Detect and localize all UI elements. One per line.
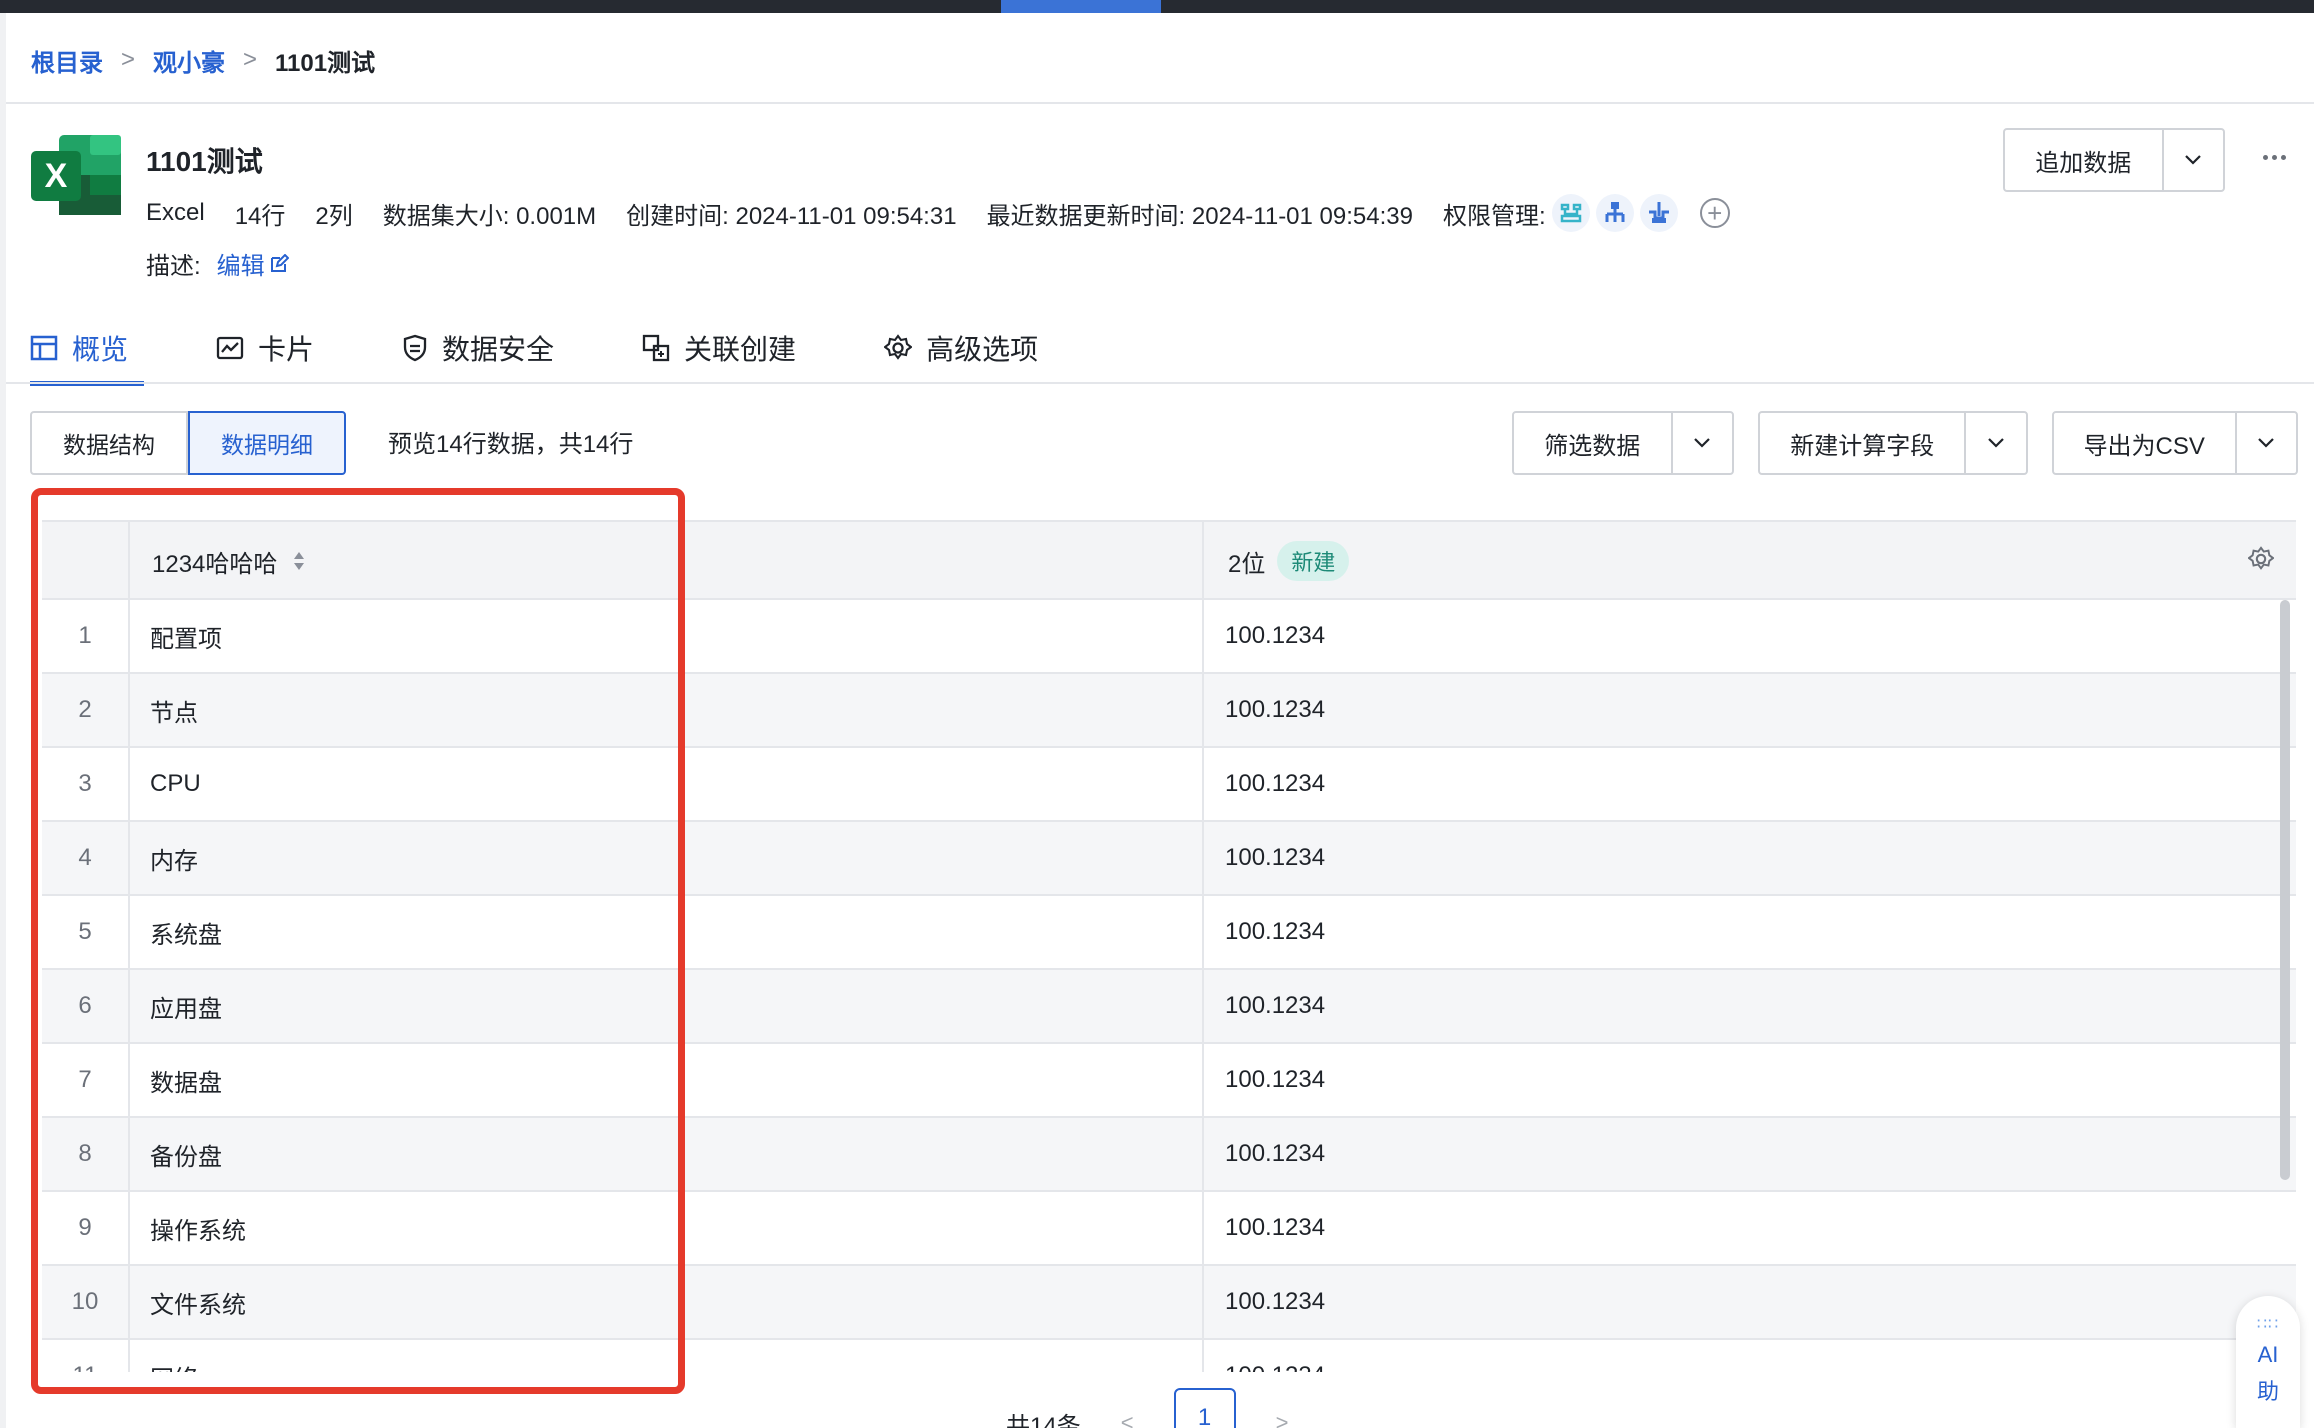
pagination: 共14条 < 1 > [1006, 1388, 1288, 1428]
tab-overview[interactable]: 概览 [30, 312, 145, 386]
filter-data-dropdown[interactable] [1673, 413, 1732, 473]
cell: 100.1234 [1225, 770, 1326, 797]
link-create-icon [642, 334, 670, 362]
permission-icons [1551, 194, 1678, 232]
column-header-label: 2位 [1228, 550, 1266, 578]
top-app-bar [0, 0, 2314, 13]
svg-text:X: X [45, 157, 68, 195]
data-detail-button[interactable]: 数据明细 [188, 411, 346, 475]
cell: 100.1234 [1225, 1066, 1326, 1093]
edit-description-label: 编辑 [216, 253, 265, 280]
dataset-description: 描述: 编辑 [146, 246, 289, 281]
column-settings-gear-icon[interactable] [2248, 546, 2274, 572]
cell: 100.1234 [1225, 1214, 1326, 1241]
breadcrumb-separator: > [121, 46, 136, 73]
cell: 100.1234 [1225, 992, 1326, 1019]
cell: 100.1234 [1225, 918, 1326, 945]
cell: 100.1234 [1225, 696, 1326, 723]
filter-data-button[interactable]: 筛选数据 [1514, 413, 1673, 473]
tab-label: 数据安全 [442, 334, 555, 365]
breadcrumb-folder-link[interactable]: 观小豪 [153, 43, 225, 78]
cell: 100.1234 [1225, 622, 1326, 649]
tab-linked-creation[interactable]: 关联创建 [642, 312, 796, 384]
export-csv-button[interactable]: 导出为CSV [2054, 413, 2237, 473]
cell: 100.1234 [1225, 1362, 1325, 1372]
cell: 100.1234 [1225, 844, 1326, 871]
edit-description-link[interactable]: 编辑 [217, 246, 289, 281]
tab-bar: 概览 卡片 数据安全 关联创建 高级选项 [30, 312, 1126, 386]
dataset-col-count: 2列 [315, 202, 353, 230]
preview-summary: 预览14行数据，共14行 [388, 431, 634, 458]
breadcrumb-separator: > [243, 46, 258, 73]
pagination-total: 共14条 [1006, 1413, 1081, 1428]
shield-icon [403, 334, 427, 362]
tab-label: 高级选项 [926, 334, 1039, 365]
new-field-tag: 新建 [1277, 541, 1350, 581]
tab-advanced-options[interactable]: 高级选项 [884, 312, 1038, 384]
drag-handle-icon: ∷∷ [2256, 1316, 2280, 1333]
chart-card-icon [216, 336, 244, 360]
gear-icon [884, 334, 913, 360]
cell: 100.1234 [1225, 1288, 1326, 1315]
prev-page-button[interactable]: < [1121, 1410, 1134, 1428]
tab-label: 概览 [72, 334, 129, 365]
tab-label: 关联创建 [684, 334, 797, 365]
dataset-title: 1101测试 [146, 146, 263, 177]
tab-label: 卡片 [258, 334, 315, 365]
add-permission-icon[interactable]: + [1699, 198, 1730, 228]
edit-icon [270, 253, 289, 272]
description-label: 描述: [146, 253, 201, 280]
ai-assistant-label-1: AI [2257, 1342, 2279, 1367]
dataset-row-count: 14行 [234, 202, 286, 230]
more-options-button[interactable] [2254, 142, 2294, 172]
table-scrollbar[interactable] [2280, 600, 2290, 1180]
filter-data-group: 筛选数据 [1512, 411, 1734, 475]
breadcrumb-root-link[interactable]: 根目录 [31, 43, 103, 78]
next-page-button[interactable]: > [1276, 1410, 1289, 1428]
new-calculated-field-button[interactable]: 新建计算字段 [1760, 413, 1967, 473]
ai-assistant-label-2: 助 [2256, 1379, 2279, 1404]
highlight-annotation-box [31, 488, 685, 1394]
excel-file-icon: X [31, 135, 121, 215]
export-csv-dropdown[interactable] [2237, 413, 2297, 473]
view-toggle: 数据结构 数据明细 [30, 411, 346, 475]
chevron-down-icon [1988, 438, 2004, 448]
tab-card[interactable]: 卡片 [216, 312, 314, 384]
permission-label: 权限管理: [1442, 202, 1546, 230]
dataset-updated-time: 最近数据更新时间: 2024-11-01 09:54:39 [986, 202, 1413, 230]
chevron-down-icon [2258, 438, 2275, 448]
active-window-indicator [1001, 0, 1161, 13]
dataset-meta: Excel 14行 2列 数据集大小: 0.001M 创建时间: 2024-11… [146, 194, 1730, 232]
page-1-button[interactable]: 1 [1173, 1388, 1236, 1428]
append-data-group: 追加数据 [2003, 128, 2225, 192]
cell: 100.1234 [1225, 1140, 1326, 1167]
data-structure-button[interactable]: 数据结构 [30, 411, 188, 475]
column-divider [1202, 522, 1204, 1372]
dataset-created-time: 创建时间: 2024-11-01 09:54:31 [626, 202, 957, 230]
permission-group-icon[interactable] [1595, 194, 1634, 232]
divider [6, 382, 2314, 384]
new-field-dropdown[interactable] [1966, 413, 2026, 473]
new-field-group: 新建计算字段 [1758, 411, 2028, 475]
left-frame-edge [0, 13, 6, 1428]
table-icon [30, 335, 58, 361]
dataset-type: Excel [146, 199, 205, 226]
dataset-size: 数据集大小: 0.001M [382, 202, 597, 230]
ai-assistant-button[interactable]: ∷∷ AI 助 [2236, 1296, 2300, 1428]
append-data-dropdown[interactable] [2164, 130, 2223, 190]
divider [6, 102, 2314, 104]
permission-user-icon[interactable] [1551, 194, 1590, 232]
chevron-down-icon [2185, 155, 2202, 165]
tab-data-security[interactable]: 数据安全 [402, 312, 554, 384]
column-header-2[interactable]: 2位 新建 [1228, 522, 1350, 600]
export-csv-group: 导出为CSV [2052, 411, 2298, 475]
breadcrumb-current: 1101测试 [275, 49, 376, 77]
breadcrumb: 根目录 > 观小豪 > 1101测试 [31, 40, 375, 80]
permission-org-icon[interactable] [1639, 194, 1678, 232]
append-data-button[interactable]: 追加数据 [2005, 130, 2164, 190]
chevron-down-icon [1694, 438, 1711, 448]
